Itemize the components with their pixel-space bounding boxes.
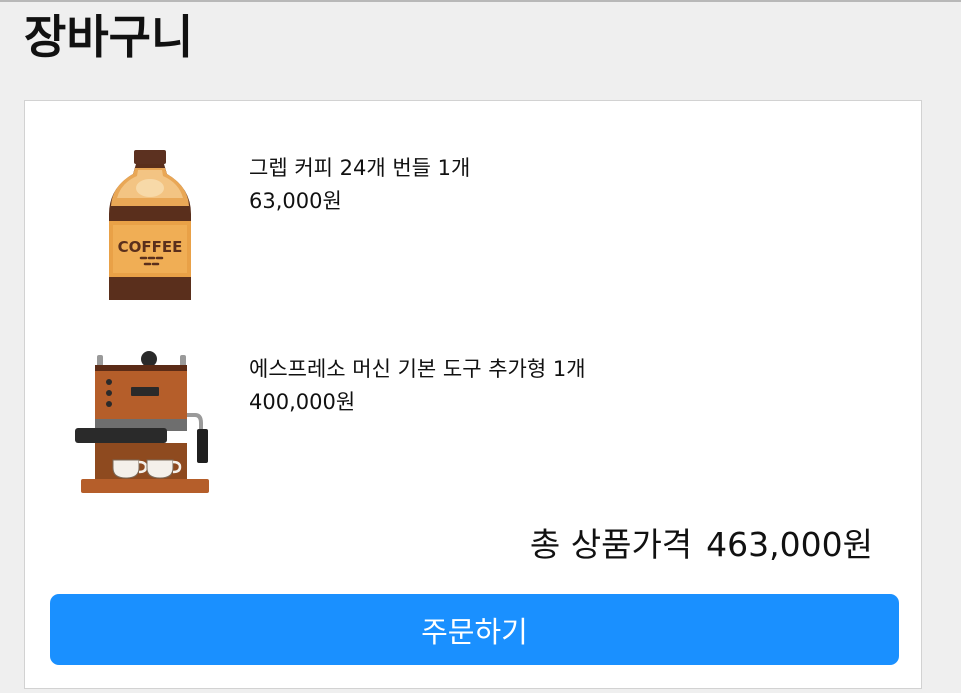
item-name: 그렙 커피 24개 번들 1개	[249, 156, 471, 180]
item-price: 63,000원	[249, 189, 342, 213]
total-price: 총 상품가격 463,000원	[530, 521, 873, 569]
coffee-label-text: COFFEE	[118, 238, 183, 256]
total-value: 463,000원	[706, 525, 873, 564]
cart-item: 에스프레소 머신 기본 도구 추가형 1개 400,000원	[75, 347, 875, 507]
order-button[interactable]: 주문하기	[50, 594, 899, 665]
item-name: 에스프레소 머신 기본 도구 추가형 1개	[249, 357, 586, 381]
espresso-machine-icon	[75, 351, 209, 493]
item-price: 400,000원	[249, 390, 356, 414]
cart-panel: COFFEE 그렙 커피 24개 번들 1개 63,000원 에스프레소 머신 …	[24, 100, 922, 689]
total-label: 총 상품가격	[529, 525, 693, 564]
coffee-bottle-icon: COFFEE	[109, 150, 191, 300]
cart-item: COFFEE 그렙 커피 24개 번들 1개 63,000원	[75, 146, 875, 306]
page-title: 장바구니	[24, 10, 194, 64]
